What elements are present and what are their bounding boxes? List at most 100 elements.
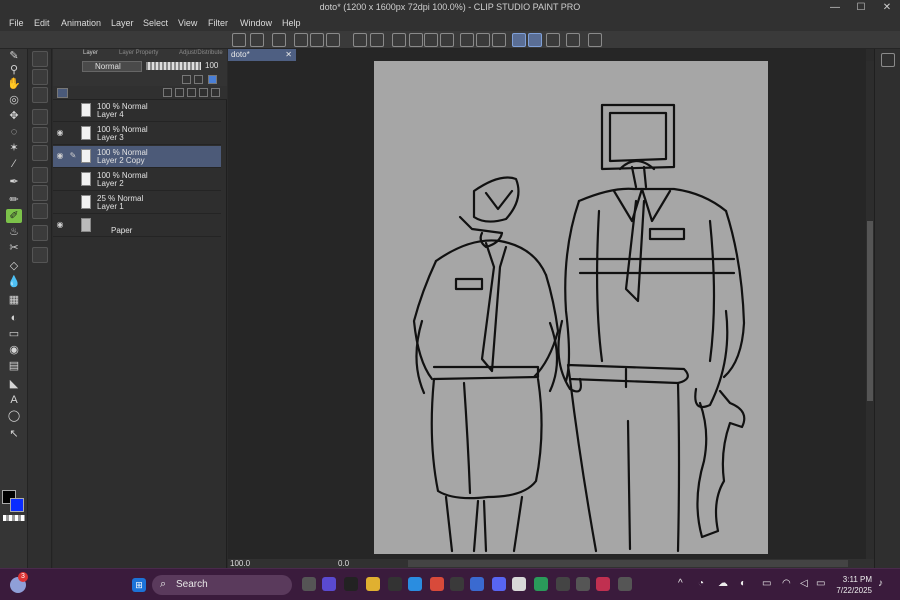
clip-studio-icon[interactable] xyxy=(272,33,286,47)
rotation-angle[interactable]: 0.0 xyxy=(338,559,349,568)
menu-file[interactable]: File xyxy=(9,18,24,28)
snap-ruler-icon[interactable] xyxy=(492,33,506,47)
layer-list-icon[interactable] xyxy=(57,88,68,98)
tablet-icon[interactable] xyxy=(566,33,580,47)
eraser-tool-icon[interactable]: ◇ xyxy=(6,259,22,273)
eyedropper-tool-icon[interactable]: ⁄ xyxy=(6,157,22,171)
document-tab[interactable]: doto* ✕ xyxy=(228,49,296,61)
store-icon[interactable] xyxy=(388,577,402,591)
visibility-eye-icon[interactable]: ◉ xyxy=(55,220,65,230)
lock-toggle[interactable] xyxy=(68,105,78,115)
layer-row[interactable]: 100 % Normal Layer 2 xyxy=(53,169,221,191)
correction-icon[interactable] xyxy=(528,33,542,47)
new-raster-layer-icon[interactable] xyxy=(163,88,172,97)
app-icon-3[interactable] xyxy=(534,577,548,591)
media-icon[interactable] xyxy=(344,577,358,591)
scroll-thumb[interactable] xyxy=(867,221,873,401)
lasso-tool-icon[interactable]: ◌ xyxy=(6,125,22,139)
navigator-icon[interactable] xyxy=(881,53,895,67)
menu-edit[interactable]: Edit xyxy=(34,18,50,28)
keyboard-icon[interactable]: ▭ xyxy=(762,578,771,589)
subtool-icon-8[interactable] xyxy=(32,185,48,201)
subtool-icon-6[interactable] xyxy=(32,145,48,161)
app-icon-6[interactable] xyxy=(596,577,610,591)
fill-tool-icon[interactable]: ▦ xyxy=(6,293,22,307)
notification-icon[interactable]: ♪ xyxy=(878,578,883,589)
visibility-eye-icon[interactable]: ◉ xyxy=(55,128,65,138)
correction-on-icon[interactable] xyxy=(512,33,526,47)
blend-mode-select[interactable]: Normal xyxy=(82,61,142,72)
tab-layer-property[interactable]: Layer Property xyxy=(119,50,158,56)
new-canvas-icon[interactable] xyxy=(232,33,246,47)
menu-window[interactable]: Window xyxy=(240,18,272,28)
snap-grid-icon[interactable] xyxy=(476,33,490,47)
layer-row-paper[interactable]: ◉ Paper xyxy=(53,215,221,237)
discord-icon[interactable] xyxy=(492,577,506,591)
new-file-icon[interactable] xyxy=(294,33,308,47)
layer-row-selected[interactable]: ◉ ✎ 100 % Normal Layer 2 Copy xyxy=(53,146,221,168)
transparent-color-swatch[interactable] xyxy=(3,515,25,521)
layer-color-icon[interactable] xyxy=(208,75,217,84)
app-icon-4[interactable] xyxy=(556,577,570,591)
task-view-icon[interactable] xyxy=(302,577,316,591)
tray-app2-icon[interactable]: ◐ xyxy=(740,578,746,589)
select-all-icon[interactable] xyxy=(409,33,423,47)
frame-tool-icon[interactable]: ◉ xyxy=(6,343,22,357)
pen-pressure-icon[interactable] xyxy=(546,33,560,47)
blend-tool-icon[interactable]: 💧 xyxy=(6,275,22,289)
lock-toggle[interactable] xyxy=(68,197,78,207)
menu-layer[interactable]: Layer xyxy=(111,18,134,28)
layer-row[interactable]: 25 % Normal Layer 1 xyxy=(53,192,221,214)
open-file-icon[interactable] xyxy=(310,33,324,47)
start-menu-icon[interactable]: ⊞ xyxy=(132,578,146,592)
chrome-icon[interactable] xyxy=(430,577,444,591)
subtool-icon-10[interactable] xyxy=(32,225,48,241)
lock-toggle[interactable] xyxy=(68,128,78,138)
subtool-icon-1[interactable] xyxy=(32,51,48,67)
pencil-icon[interactable]: ✏ xyxy=(6,193,22,207)
settings-icon[interactable] xyxy=(250,33,264,47)
line-tool-icon[interactable]: ◣ xyxy=(6,377,22,391)
deselect-icon[interactable] xyxy=(392,33,406,47)
gradient-tool-icon[interactable]: ◐ xyxy=(6,311,22,325)
pen-icon[interactable]: ✒ xyxy=(6,175,22,189)
redo-icon[interactable] xyxy=(370,33,384,47)
fill-icon[interactable] xyxy=(424,33,438,47)
editing-pen-icon[interactable]: ✎ xyxy=(68,151,78,161)
menu-filter[interactable]: Filter xyxy=(208,18,228,28)
balloon-tool-icon[interactable]: ◯ xyxy=(6,409,22,423)
save-icon[interactable] xyxy=(326,33,340,47)
wifi-icon[interactable]: ◠ xyxy=(782,578,791,589)
correct-line-tool-icon[interactable]: ↖ xyxy=(6,427,22,441)
copilot-icon[interactable] xyxy=(322,577,336,591)
layer-row[interactable]: ◉ 100 % Normal Layer 3 xyxy=(53,123,221,145)
volume-icon[interactable]: ◁ xyxy=(800,578,808,589)
file-explorer-icon[interactable] xyxy=(366,577,380,591)
close-tab-icon[interactable]: ✕ xyxy=(285,49,292,61)
subtool-icon-4[interactable] xyxy=(32,109,48,125)
decoration-tool-icon[interactable]: ✂ xyxy=(6,241,22,255)
visibility-eye-icon[interactable]: ◉ xyxy=(55,151,65,161)
reference-layer-icon[interactable] xyxy=(182,75,191,84)
auto-select-tool-icon[interactable]: ✶ xyxy=(6,141,22,155)
tab-layer[interactable]: Layer xyxy=(83,50,98,56)
help-icon[interactable] xyxy=(588,33,602,47)
zoom-level[interactable]: 100.0 xyxy=(230,559,250,568)
app-icon-2[interactable] xyxy=(470,577,484,591)
tab-adjust-distribute[interactable]: Adjust/Distribute xyxy=(179,50,223,56)
select-layer-tool-icon[interactable]: ◎ xyxy=(6,93,22,107)
system-clock[interactable]: 3:11 PM 7/22/2025 xyxy=(836,574,872,596)
app-icon-5[interactable] xyxy=(576,577,590,591)
tray-chevron-icon[interactable]: ^ xyxy=(678,578,683,589)
new-vector-layer-icon[interactable] xyxy=(175,88,184,97)
airbrush-tool-icon[interactable]: ♨ xyxy=(6,225,22,239)
delete-layer-icon[interactable] xyxy=(211,88,220,97)
minimize-button[interactable]: — xyxy=(822,0,848,16)
menu-select[interactable]: Select xyxy=(143,18,168,28)
tray-cloud-icon[interactable]: ☁ xyxy=(718,578,728,589)
figure-tool-icon[interactable]: ▭ xyxy=(6,327,22,341)
zoom-tool-icon[interactable]: ⚲ xyxy=(6,63,22,77)
subtool-icon-5[interactable] xyxy=(32,127,48,143)
subtool-icon-7[interactable] xyxy=(32,167,48,183)
clip-studio-taskbar-icon[interactable] xyxy=(512,577,526,591)
